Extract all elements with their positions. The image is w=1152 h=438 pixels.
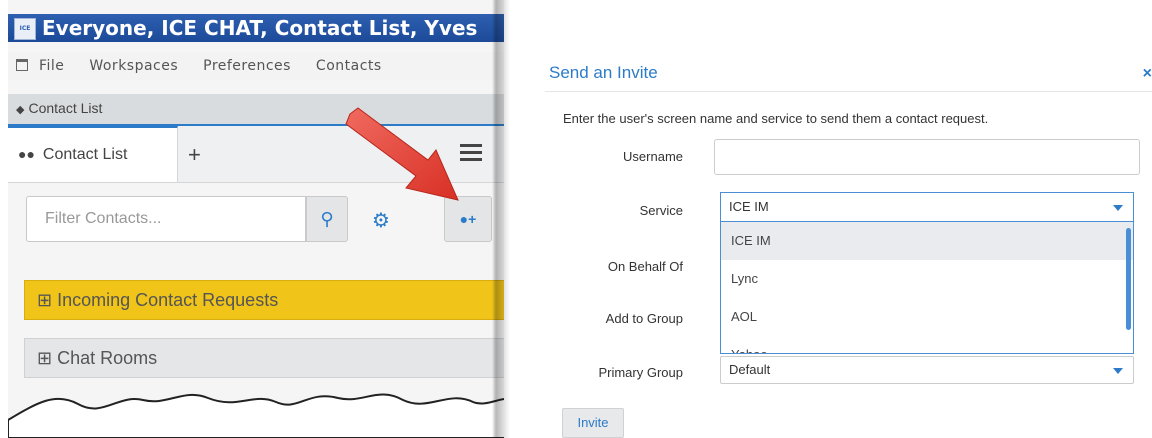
menu-workspaces[interactable]: Workspaces <box>89 58 178 74</box>
dialog-title: Send an Invite <box>549 63 658 82</box>
close-icon[interactable]: × <box>1143 65 1152 83</box>
username-field[interactable] <box>714 139 1140 175</box>
add-tab-button[interactable]: + <box>188 142 201 168</box>
menu-file[interactable]: File <box>39 58 64 74</box>
primary-group-label: Primary Group <box>598 365 683 380</box>
tag-icon: ◆ <box>16 104 25 116</box>
gears-icon[interactable]: ⚙ <box>372 208 390 233</box>
add-user-icon: ●+ <box>459 211 477 227</box>
tab-contact-list-label: Contact List <box>42 146 128 163</box>
chevron-down-icon <box>1113 368 1123 374</box>
service-option-aol[interactable]: AOL <box>721 298 1133 336</box>
tab-contact-list[interactable]: ●● Contact List <box>8 126 178 182</box>
service-option-ice-im[interactable]: ICE IM <box>721 222 1133 260</box>
service-dropdown-list[interactable]: ICE IM Lync AOL Yahoo <box>720 222 1134 354</box>
dialog-divider <box>545 91 1152 92</box>
menu-preferences[interactable]: Preferences <box>203 58 291 74</box>
torn-edge-decoration <box>8 393 504 438</box>
service-option-lync[interactable]: Lync <box>721 260 1133 298</box>
menu-bar: File Workspaces Preferences Contacts <box>8 52 504 80</box>
red-arrow-annotation <box>345 107 459 201</box>
send-invite-dialog: Send an Invite × Enter the user's screen… <box>545 55 1152 438</box>
ice-chat-window: ICE Everyone, ICE CHAT, Contact List, Yve… <box>8 0 504 438</box>
app-logo-icon: ICE <box>14 18 36 40</box>
primary-group-select[interactable]: Default <box>720 356 1134 384</box>
incoming-contact-requests-group[interactable]: ⊞ Incoming Contact Requests <box>24 280 504 320</box>
chevron-down-icon <box>1113 205 1123 211</box>
window-menu-icon[interactable] <box>16 59 28 71</box>
primary-group-value: Default <box>729 362 771 377</box>
service-label: Service <box>639 203 683 218</box>
menu-contacts[interactable]: Contacts <box>316 58 382 74</box>
username-label: Username <box>623 149 683 164</box>
dropdown-scrollbar[interactable] <box>1126 228 1131 330</box>
section-header-label: Contact List <box>28 100 103 116</box>
users-icon: ●● <box>18 146 35 162</box>
service-selected-value: ICE IM <box>729 199 769 214</box>
search-icon: ⚲ <box>320 209 334 229</box>
invite-button[interactable]: Invite <box>562 408 624 438</box>
window-titlebar: ICE Everyone, ICE CHAT, Contact List, Yve… <box>8 14 504 42</box>
dialog-description: Enter the user's screen name and service… <box>563 111 989 126</box>
service-option-yahoo[interactable]: Yahoo <box>721 336 1133 353</box>
on-behalf-of-label: On Behalf Of <box>607 259 683 274</box>
add-to-group-label: Add to Group <box>605 311 683 326</box>
window-title: Everyone, ICE CHAT, Contact List, Yves <box>42 16 478 40</box>
chat-rooms-group[interactable]: ⊞ Chat Rooms <box>24 338 504 378</box>
filter-contacts-input[interactable]: Filter Contacts... <box>26 196 306 242</box>
service-select[interactable]: ICE IM <box>720 192 1134 222</box>
